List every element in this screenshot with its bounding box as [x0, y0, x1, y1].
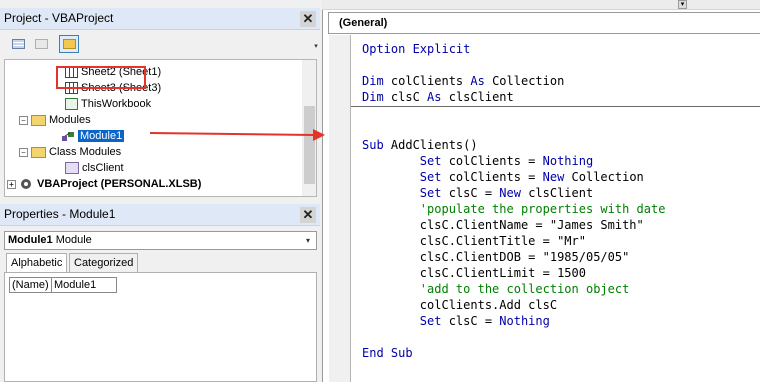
code-line: clsC.ClientDOB = "1985/05/05": [362, 250, 630, 264]
left-panel: Project - VBAProject ✕ ▾ Sheet2 (Sheet1)…: [0, 0, 322, 382]
top-strip: ▾: [322, 0, 760, 10]
code-line: Dim clsC As clsClient: [362, 90, 514, 104]
code-line: Set colClients = Nothing: [362, 154, 594, 168]
tree-label-workbook: ThisWorkbook: [81, 98, 152, 110]
project-toolbar: [0, 32, 320, 59]
property-value[interactable]: Module1: [54, 278, 96, 292]
properties-title-text: Properties - Module1: [4, 207, 116, 221]
tree-label-module1: Module1: [78, 130, 125, 142]
project-close-icon[interactable]: ✕: [300, 11, 316, 27]
class-module-icon: [65, 162, 79, 175]
code-line: clsC.ClientTitle = "Mr": [362, 234, 586, 248]
code-line: colClients.Add clsC: [362, 298, 558, 312]
object-select[interactable]: Module1 Module ▾: [4, 231, 317, 250]
view-object-button[interactable]: [31, 35, 51, 53]
pointer-arrow-icon: [150, 129, 325, 141]
object-dropdown[interactable]: (General): [328, 12, 760, 34]
code-margin: [329, 35, 351, 382]
code-line: Set colClients = New Collection: [362, 170, 644, 184]
object-type: Module: [55, 234, 92, 246]
toggle-folders-button[interactable]: [59, 35, 79, 53]
code-editor[interactable]: Option Explicit Dim colClients As Collec…: [351, 35, 760, 382]
code-window: (General) Option Explicit Dim colClients…: [322, 10, 760, 382]
tree-folder-modules[interactable]: − Modules: [19, 112, 91, 128]
property-row-name[interactable]: (Name) Module1: [9, 277, 117, 293]
tree-scroll-thumb[interactable]: [304, 106, 315, 184]
code-line: Option Explicit: [362, 42, 471, 56]
object-name: Module1: [8, 234, 53, 246]
workbook-icon: [65, 98, 78, 111]
tree-item-personal-project[interactable]: + VBAProject (PERSONAL.XLSB): [7, 176, 201, 192]
properties-close-icon[interactable]: ✕: [300, 207, 316, 223]
code-line: Sub AddClients(): [362, 138, 478, 152]
expand-icon[interactable]: +: [7, 179, 16, 189]
vba-project-icon: [21, 179, 31, 190]
project-title-text: Project - VBAProject: [4, 11, 114, 25]
view-object-icon: [35, 39, 48, 49]
collapse-icon[interactable]: −: [19, 115, 28, 125]
code-comment: 'add to the collection object: [362, 282, 630, 296]
properties-tabs: Alphabetic Categorized: [4, 253, 317, 274]
project-pane-title: Project - VBAProject ✕: [0, 8, 320, 30]
code-line: Set clsC = Nothing: [362, 314, 550, 328]
code-line: Dim colClients As Collection: [362, 74, 565, 88]
view-code-icon: [12, 39, 25, 49]
folder-icon: [31, 114, 46, 126]
properties-grid: (Name) Module1: [4, 272, 317, 382]
tab-alphabetic[interactable]: Alphabetic: [6, 253, 68, 274]
tree-label-modules: Modules: [49, 114, 91, 126]
code-comment: 'populate the properties with date: [362, 202, 666, 216]
module1-highlight-box: [56, 66, 146, 89]
properties-pane-title: Properties - Module1 ✕: [0, 204, 320, 226]
module-icon: [62, 132, 74, 142]
tree-label-clsclient: clsClient: [82, 162, 124, 174]
code-line: clsC.ClientLimit = 1500: [362, 266, 586, 280]
tree-label-class-modules: Class Modules: [49, 146, 122, 158]
tab-categorized[interactable]: Categorized: [69, 253, 139, 273]
toolbar-overflow-icon[interactable]: ▾: [312, 43, 320, 56]
strip-dropdown-icon[interactable]: ▾: [678, 0, 687, 9]
code-line: clsC.ClientName = "James Smith": [362, 218, 644, 232]
tree-item-module1[interactable]: Module1: [61, 128, 125, 144]
tree-item-clsclient[interactable]: clsClient: [65, 160, 124, 176]
property-name: (Name): [10, 278, 52, 292]
tree-item-thisworkbook[interactable]: ThisWorkbook: [65, 96, 151, 112]
folder-icon: [63, 39, 76, 49]
folder-icon: [31, 146, 46, 158]
code-line: End Sub: [362, 346, 413, 360]
tree-folder-class-modules[interactable]: − Class Modules: [19, 144, 121, 160]
code-line: Set clsC = New clsClient: [362, 186, 594, 200]
chevron-down-icon[interactable]: ▾: [300, 232, 316, 249]
view-code-button[interactable]: [8, 35, 28, 53]
collapse-icon[interactable]: −: [19, 147, 28, 157]
tree-label-personal: VBAProject (PERSONAL.XLSB): [37, 178, 202, 190]
procedure-separator: [351, 106, 760, 107]
